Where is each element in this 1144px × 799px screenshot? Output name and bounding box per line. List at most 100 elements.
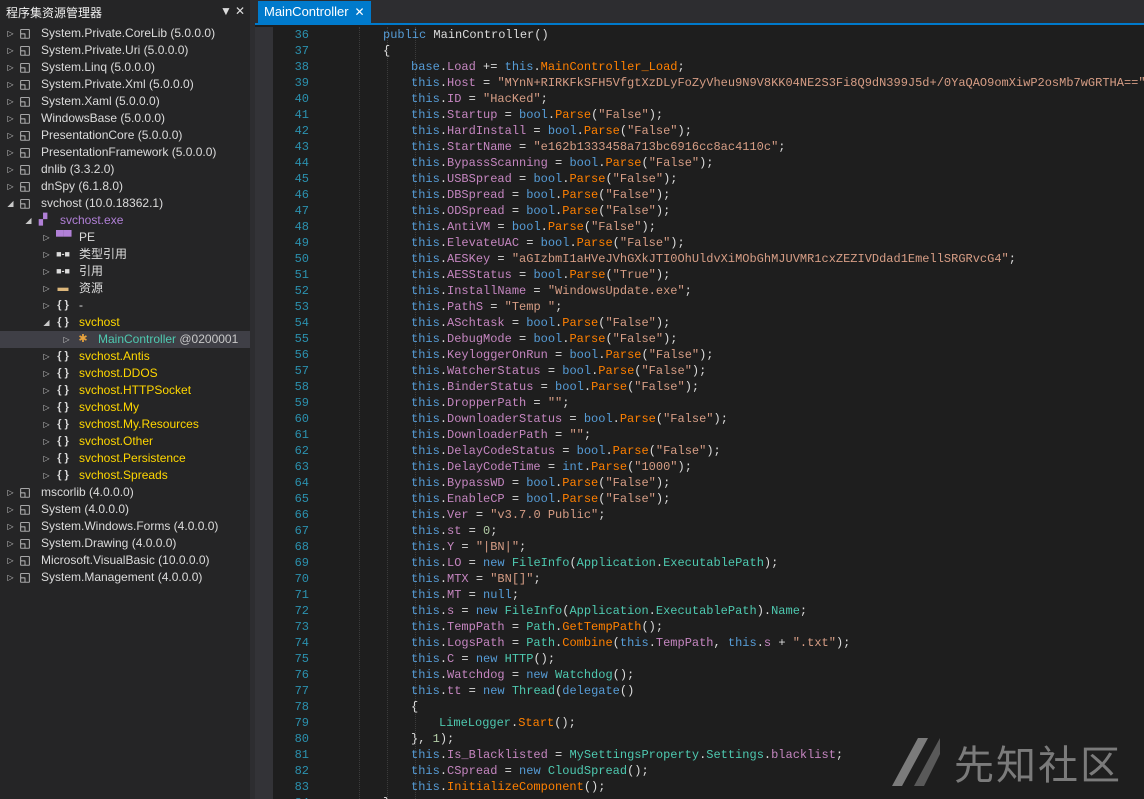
expand-arrow-icon[interactable]: ▷ [42,450,51,467]
tree-node[interactable]: ▷ { } svchost.Spreads [0,467,250,484]
code-token: WatcherStatus [447,364,541,378]
expand-arrow-icon[interactable]: ▷ [42,280,51,297]
code-token: this [411,684,440,698]
tab-close-icon[interactable]: ✕ [355,1,365,23]
tree-node[interactable]: ▷ ◱ System.Private.CoreLib (5.0.0.0) [0,25,250,42]
expand-arrow-icon[interactable]: ▷ [6,25,15,42]
tree-node[interactable]: ▷ ◱ WindowsBase (5.0.0.0) [0,110,250,127]
tree-node[interactable]: ◢ ▞ svchost.exe [0,212,250,229]
tree-node-name: System.Private.Uri (5.0.0.0) [41,43,189,57]
tree-node[interactable]: ▷ ◱ PresentationCore (5.0.0.0) [0,127,250,144]
tree-node[interactable]: ▷ ◱ Microsoft.VisualBasic (10.0.0.0) [0,552,250,569]
expand-arrow-icon[interactable]: ▷ [6,501,15,518]
expand-arrow-icon[interactable]: ▷ [6,59,15,76]
expand-arrow-icon[interactable]: ▷ [42,433,51,450]
code-token: . [439,60,448,74]
code-line: 64 this.BypassWD = bool.Parse("False"); [255,475,1144,491]
tree-node[interactable]: ▷ ◱ System.Xaml (5.0.0.0) [0,93,250,110]
code-editor[interactable]: 36 public MainController() 37 {38 base.Load … [255,27,1144,799]
tree-node[interactable]: ▷ ◱ System.Management (4.0.0.0) [0,569,250,586]
expand-arrow-icon[interactable]: ▷ [42,365,51,382]
code-line: 73 this.TempPath = Path.GetTempPath(); [255,619,1144,635]
code-line: 44 this.BypassScanning = bool.Parse("Fals… [255,155,1144,171]
tree-node[interactable]: ▷ ◱ System.Private.Xml (5.0.0.0) [0,76,250,93]
expand-arrow-icon[interactable]: ▷ [42,348,51,365]
code-token: ); [655,476,671,490]
line-number: 38 [294,60,309,74]
tree-node[interactable]: ▷ { } svchost.My.Resources [0,416,250,433]
expand-arrow-icon[interactable]: ▷ [6,518,15,535]
code-text: this.DebugMode = bool.Parse("False"); [411,331,678,347]
expand-arrow-icon[interactable]: ▷ [6,535,15,552]
expand-arrow-icon[interactable]: ▷ [6,144,15,161]
expand-arrow-icon[interactable]: ▷ [6,93,15,110]
tree-node[interactable]: ▷ { } svchost.My [0,399,250,416]
expand-arrow-icon[interactable]: ▷ [6,42,15,59]
code-token: = [490,220,512,234]
line-number: 61 [294,428,309,442]
expand-arrow-icon[interactable]: ▷ [6,484,15,501]
tree-node[interactable]: ▷ ▬ 资源 [0,280,250,297]
code-text: this.MTX = "BN[]"; [411,571,541,587]
expand-arrow-icon[interactable]: ▷ [42,382,51,399]
expand-arrow-icon[interactable]: ▷ [6,161,15,178]
tree-node[interactable]: ▷ ◱ System.Private.Uri (5.0.0.0) [0,42,250,59]
tree-node[interactable]: ▷ ◱ mscorlib (4.0.0.0) [0,484,250,501]
code-token: . [439,556,448,570]
expand-arrow-icon[interactable]: ▷ [6,178,15,195]
expand-arrow-icon[interactable]: ▷ [6,110,15,127]
collapse-arrow-icon[interactable]: ◢ [24,212,33,229]
tree-node[interactable]: ▷ ✱ MainController @0200001 [0,331,250,348]
code-line: 42 this.HardInstall = bool.Parse("False")… [255,123,1144,139]
code-token: "False" [634,380,685,394]
code-text: this.BypassWD = bool.Parse("False"); [411,475,670,491]
code-token: Startup [447,108,498,122]
tree-node[interactable]: ▷ { } svchost.Antis [0,348,250,365]
tree-node[interactable]: ▷ ◱ System.Linq (5.0.0.0) [0,59,250,76]
tree-node[interactable]: ▷ ◱ dnlib (3.3.2.0) [0,161,250,178]
expand-arrow-icon[interactable]: ▷ [42,229,51,246]
tree-node[interactable]: ▷ { } svchost.Persistence [0,450,250,467]
expand-arrow-icon[interactable]: ▷ [42,399,51,416]
code-token: Path [526,620,556,634]
expand-arrow-icon[interactable]: ▷ [62,331,71,348]
tree-node-label: Microsoft.VisualBasic (10.0.0.0) [41,552,210,569]
line-number: 70 [294,572,309,586]
tab-maincontroller[interactable]: MainController ✕ [258,1,371,23]
code-token: ( [569,556,577,570]
tree-node-label: System.Linq (5.0.0.0) [41,59,155,76]
code-token: this [411,412,440,426]
collapse-arrow-icon[interactable]: ◢ [6,195,15,212]
tree-node[interactable]: ▷ ◱ dnSpy (6.1.8.0) [0,178,250,195]
tree-node[interactable]: ▷ { } svchost.Other [0,433,250,450]
expand-arrow-icon[interactable]: ▷ [6,127,15,144]
expand-arrow-icon[interactable]: ▷ [42,467,51,484]
code-token: LO [447,556,462,570]
expand-arrow-icon[interactable]: ▷ [42,263,51,280]
tree-node[interactable]: ▷ ▀▀ PE [0,229,250,246]
tree-node[interactable]: ▷ { } svchost.DDOS [0,365,250,382]
expand-arrow-icon[interactable]: ▷ [42,297,51,314]
panel-menu-dropdown-icon[interactable]: ▼ [220,4,232,18]
tree-node[interactable]: ◢ { } svchost [0,314,250,331]
expand-arrow-icon[interactable]: ▷ [42,416,51,433]
tree-node-label: PE [79,229,95,246]
tree-node[interactable]: ▷ ◱ System (4.0.0.0) [0,501,250,518]
expand-arrow-icon[interactable]: ▷ [6,569,15,586]
tree-node[interactable]: ▷ { } svchost.HTTPSocket [0,382,250,399]
expand-arrow-icon[interactable]: ▷ [6,552,15,569]
expand-arrow-icon[interactable]: ▷ [42,246,51,263]
tree-node[interactable]: ▷ { } - [0,297,250,314]
collapse-arrow-icon[interactable]: ◢ [42,314,51,331]
tree-node[interactable]: ◢ ◱ svchost (10.0.18362.1) [0,195,250,212]
tree-node[interactable]: ▷ ◱ PresentationFramework (5.0.0.0) [0,144,250,161]
tree-node[interactable]: ▷ ◱ System.Windows.Forms (4.0.0.0) [0,518,250,535]
code-token: . [439,204,448,218]
tree-node[interactable]: ▷ ◱ System.Drawing (4.0.0.0) [0,535,250,552]
expand-arrow-icon[interactable]: ▷ [6,76,15,93]
tree-node-name: System.Xaml (5.0.0.0) [41,94,160,108]
tree-node[interactable]: ▷ ■-■ 类型引用 [0,246,250,263]
tree-node[interactable]: ▷ ■-■ 引用 [0,263,250,280]
panel-close-icon[interactable]: ✕ [235,4,245,18]
code-text: this.tt = new Thread(delegate() [411,683,634,699]
